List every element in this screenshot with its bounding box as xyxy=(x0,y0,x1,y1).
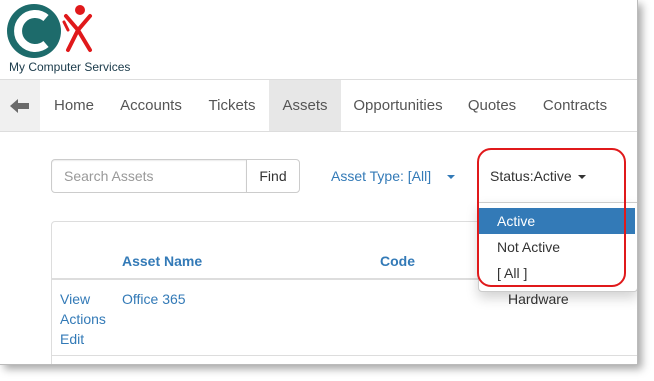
nav-item-quotes[interactable]: Quotes xyxy=(455,80,529,131)
column-header-code[interactable]: Code xyxy=(380,253,415,269)
nav-item-assets[interactable]: Assets xyxy=(269,80,341,131)
logo-mark-icon xyxy=(7,4,92,58)
find-button[interactable]: Find xyxy=(246,159,300,193)
column-header-asset-name[interactable]: Asset Name xyxy=(122,253,202,269)
nav-item-home[interactable]: Home xyxy=(41,80,107,131)
status-option-active[interactable]: Active xyxy=(479,208,635,234)
status-option-not-active[interactable]: Not Active xyxy=(479,234,635,260)
nav-item-contracts[interactable]: Contracts xyxy=(529,80,621,131)
nav-item-accounts[interactable]: Accounts xyxy=(107,80,195,131)
actions-link[interactable]: Actions xyxy=(60,311,106,327)
asset-type-caret-icon xyxy=(447,175,455,179)
app-window: My Computer Services Home Accounts Ticke… xyxy=(0,0,638,365)
nav-item-opportunities[interactable]: Opportunities xyxy=(341,80,455,131)
asset-type-label: Asset Type: [All] xyxy=(331,168,432,184)
arrow-left-icon xyxy=(10,98,29,113)
row-divider xyxy=(52,355,637,356)
search-assets-input[interactable] xyxy=(51,159,247,193)
status-dropdown-toggle[interactable]: Status:Active xyxy=(482,159,594,193)
back-button[interactable] xyxy=(0,80,40,131)
edit-link[interactable]: Edit xyxy=(60,331,84,347)
company-name: My Computer Services xyxy=(9,60,131,74)
asset-name-link[interactable]: Office 365 xyxy=(122,291,186,307)
status-dropdown-menu: Active Not Active [ All ] xyxy=(478,202,637,292)
status-option-all[interactable]: [ All ] xyxy=(479,260,635,286)
asset-type-dropdown[interactable]: Asset Type: [All] xyxy=(331,168,431,184)
nav-item-tickets[interactable]: Tickets xyxy=(195,80,269,131)
view-link[interactable]: View xyxy=(60,291,90,307)
status-caret-icon xyxy=(577,175,586,180)
asset-type-cell: Hardware xyxy=(508,291,569,307)
status-label: Status:Active xyxy=(490,168,572,184)
main-navbar: Home Accounts Tickets Assets Opportuniti… xyxy=(0,79,637,132)
